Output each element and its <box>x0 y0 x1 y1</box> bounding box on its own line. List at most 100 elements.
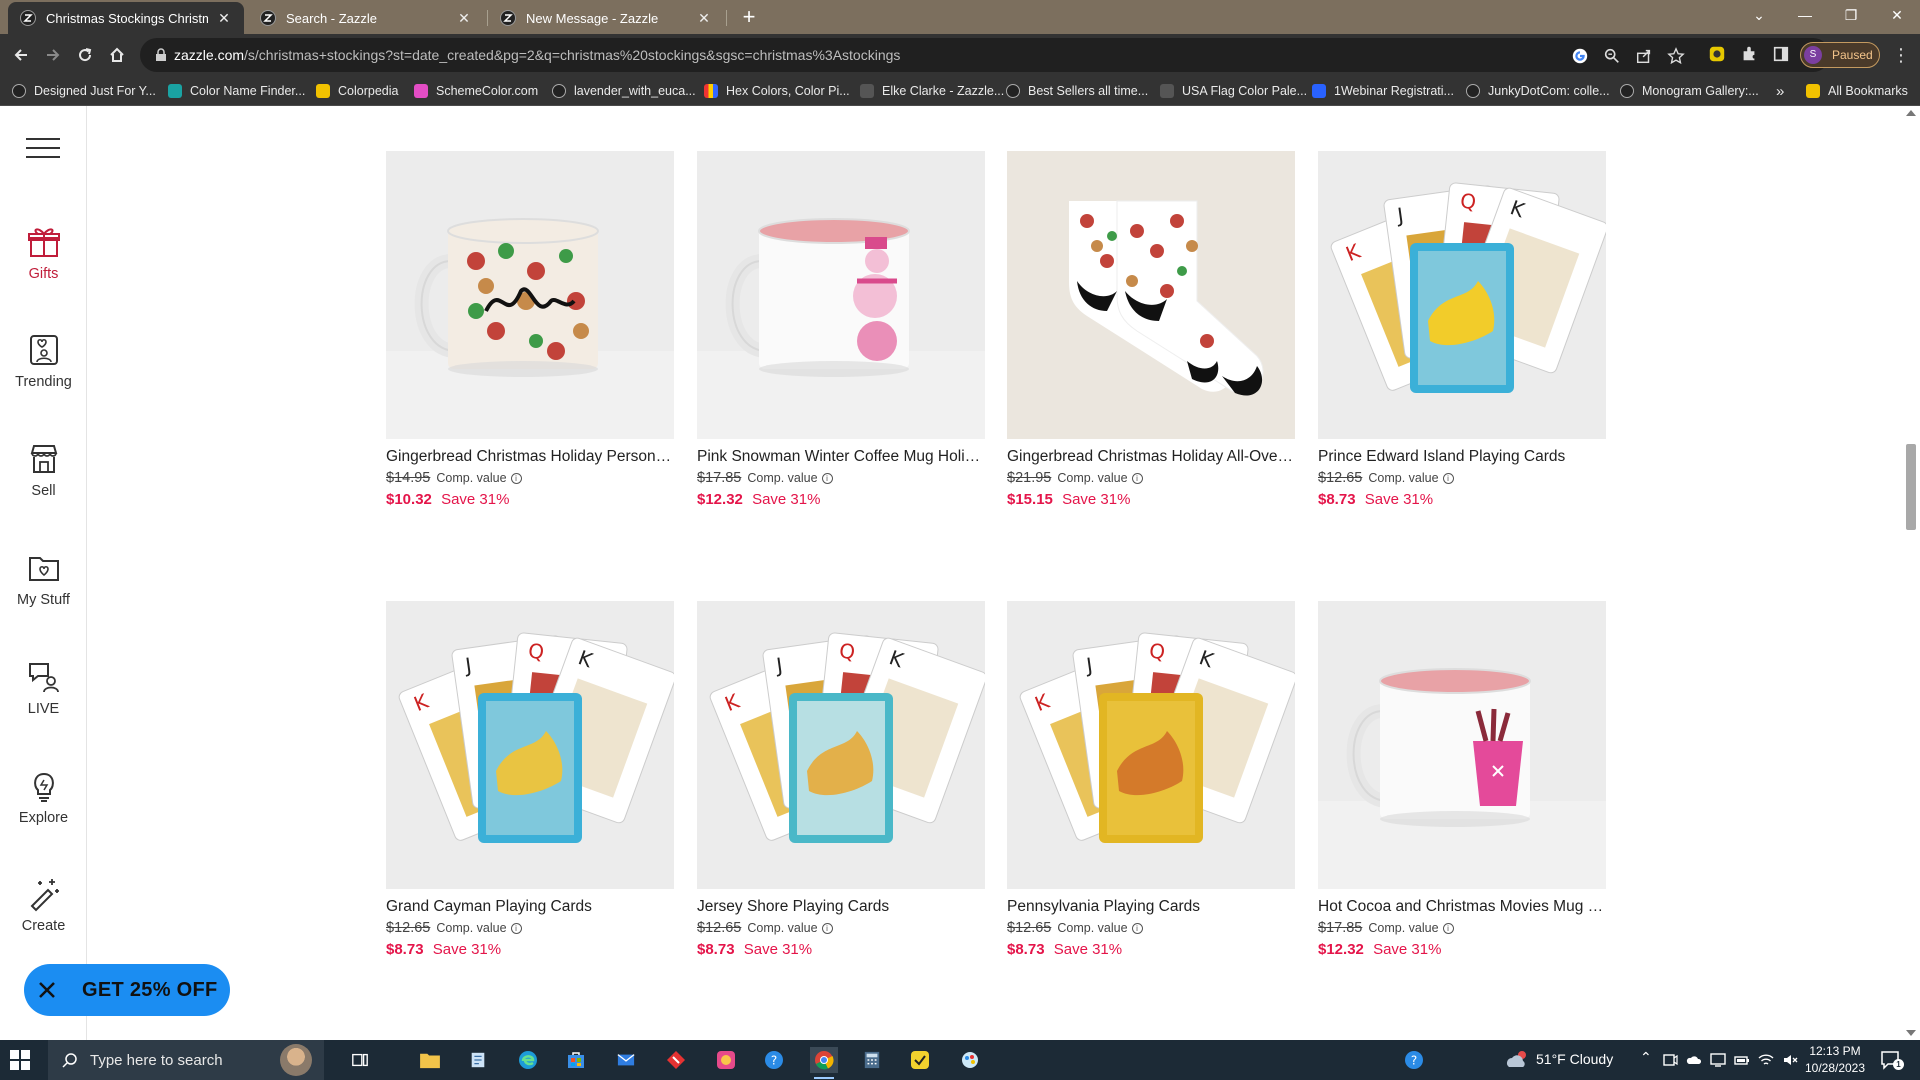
product-name[interactable]: Gingerbread Christmas Holiday Personal..… <box>386 448 674 466</box>
google-lens-icon[interactable] <box>1570 46 1590 66</box>
product-image[interactable]: K J Q K <box>1318 151 1606 439</box>
notification-center-button[interactable]: 1 <box>1880 1050 1904 1070</box>
bookmark-item[interactable]: Best Sellers all time... <box>1006 82 1148 100</box>
restore-button[interactable]: ❐ <box>1828 0 1874 30</box>
notepad-icon[interactable] <box>464 1047 492 1073</box>
scrollbar-thumb[interactable] <box>1906 444 1916 530</box>
photos-icon[interactable] <box>712 1047 740 1073</box>
product-card[interactable]: K J Q K Pennsylvania Playing Cards $12.6… <box>1007 601 1295 958</box>
product-name[interactable]: Grand Cayman Playing Cards <box>386 898 674 916</box>
rail-item-my-stuff[interactable]: My Stuff <box>0 550 87 608</box>
tab-search-zazzle[interactable]: Search - Zazzle ✕ <box>248 2 484 34</box>
reload-button[interactable] <box>72 42 98 68</box>
new-tab-button[interactable]: + <box>737 4 761 30</box>
forward-button[interactable] <box>40 42 66 68</box>
rail-item-live[interactable]: LIVE <box>0 659 87 717</box>
product-image[interactable] <box>386 151 674 439</box>
rail-item-trending[interactable]: Trending <box>0 332 87 390</box>
tab-close-icon[interactable]: ✕ <box>456 10 472 27</box>
tab-close-icon[interactable]: ✕ <box>696 10 712 27</box>
taskbar-search-box[interactable]: Type here to search <box>48 1040 324 1080</box>
taskbar-clock[interactable]: 12:13 PM 10/28/2023 <box>1800 1043 1870 1077</box>
product-name[interactable]: Pennsylvania Playing Cards <box>1007 898 1295 916</box>
back-button[interactable] <box>8 42 34 68</box>
bookmarks-overflow-button[interactable]: » <box>1776 82 1784 100</box>
info-icon[interactable]: i <box>1131 472 1143 484</box>
info-icon[interactable]: i <box>510 472 522 484</box>
promo-discount-button[interactable]: GET 25% OFF <box>24 964 230 1016</box>
bookmark-item[interactable]: Elke Clarke - Zazzle... <box>860 82 1004 100</box>
weather-text[interactable]: 51°F Cloudy <box>1536 1051 1613 1067</box>
bookmark-item[interactable]: Monogram Gallery:... <box>1620 82 1759 100</box>
tab-new-message[interactable]: New Message - Zazzle ✕ <box>488 2 724 34</box>
wifi-icon[interactable] <box>1758 1052 1774 1068</box>
windows-start-icon[interactable] <box>10 1050 30 1070</box>
info-icon[interactable]: i <box>821 922 833 934</box>
tab-search-chevron-icon[interactable]: ⌄ <box>1736 0 1782 30</box>
scroll-down-icon[interactable] <box>1906 1030 1916 1036</box>
checklist-icon[interactable] <box>906 1047 934 1073</box>
tab-christmas-stockings[interactable]: Christmas Stockings Christmas S ✕ <box>8 2 244 34</box>
info-icon[interactable]: i <box>510 922 522 934</box>
product-image[interactable]: K J Q K <box>386 601 674 889</box>
bookmark-star-icon[interactable] <box>1666 46 1686 66</box>
close-window-button[interactable]: ✕ <box>1874 0 1920 30</box>
side-panel-icon[interactable] <box>1770 43 1792 65</box>
bookmark-item[interactable]: JunkyDotCom: colle... <box>1466 82 1610 100</box>
product-card[interactable]: Gingerbread Christmas Holiday All-Over-.… <box>1007 151 1295 508</box>
paint-icon[interactable] <box>956 1047 984 1073</box>
home-button[interactable] <box>104 42 130 68</box>
close-icon[interactable] <box>36 979 58 1001</box>
browser-menu-icon[interactable]: ⋮ <box>1892 44 1910 66</box>
store-icon[interactable] <box>562 1047 590 1073</box>
battery-icon[interactable] <box>1734 1052 1750 1068</box>
product-card[interactable]: K J Q K Prince Edward Island Playing Car… <box>1318 151 1606 508</box>
minimize-button[interactable]: — <box>1782 0 1828 30</box>
mail-icon[interactable] <box>612 1047 640 1073</box>
rail-item-sell[interactable]: Sell <box>0 441 87 499</box>
help-icon[interactable]: ? <box>760 1047 788 1073</box>
rail-item-explore[interactable]: Explore <box>0 768 87 826</box>
product-image[interactable] <box>1318 601 1606 889</box>
all-bookmarks-button[interactable]: All Bookmarks <box>1806 82 1908 100</box>
product-name[interactable]: Prince Edward Island Playing Cards <box>1318 448 1606 466</box>
product-image[interactable] <box>697 151 985 439</box>
help-tips-icon[interactable]: ? <box>1400 1047 1428 1073</box>
rail-item-gifts[interactable]: Gifts <box>0 224 87 282</box>
puzzle-extensions-icon[interactable] <box>1738 43 1760 65</box>
tab-close-icon[interactable]: ✕ <box>216 10 232 27</box>
file-explorer-icon[interactable] <box>416 1047 444 1073</box>
bookmark-item[interactable]: Hex Colors, Color Pi... <box>704 82 850 100</box>
product-image[interactable]: K J Q K <box>1007 601 1295 889</box>
chrome-icon[interactable] <box>810 1047 838 1079</box>
meet-now-icon[interactable] <box>1662 1052 1678 1068</box>
product-card[interactable]: Hot Cocoa and Christmas Movies Mug Pi...… <box>1318 601 1606 958</box>
extension-icon[interactable] <box>1706 43 1728 65</box>
product-card[interactable]: Pink Snowman Winter Coffee Mug Holid... … <box>697 151 985 508</box>
page-scrollbar[interactable] <box>1902 106 1920 1040</box>
info-icon[interactable]: i <box>1131 922 1143 934</box>
onedrive-icon[interactable] <box>1686 1052 1702 1068</box>
calculator-icon[interactable] <box>858 1047 886 1073</box>
volume-muted-icon[interactable] <box>1782 1052 1798 1068</box>
bookmark-item[interactable]: Designed Just For Y... <box>12 82 156 100</box>
bookmark-item[interactable]: 1Webinar Registrati... <box>1312 82 1454 100</box>
product-card[interactable]: Gingerbread Christmas Holiday Personal..… <box>386 151 674 508</box>
scroll-up-icon[interactable] <box>1906 110 1916 116</box>
tray-chevron-icon[interactable]: ⌃ <box>1640 1049 1652 1066</box>
edge-browser-icon[interactable] <box>514 1047 542 1073</box>
product-image[interactable]: K J Q K <box>697 601 985 889</box>
share-icon[interactable] <box>1634 46 1654 66</box>
product-card[interactable]: K J Q K Grand Cayman Playing Cards $12.6… <box>386 601 674 958</box>
hamburger-menu-icon[interactable] <box>26 138 60 160</box>
profile-button[interactable]: S Paused <box>1800 42 1880 68</box>
red-app-icon[interactable] <box>662 1047 690 1073</box>
task-view-icon[interactable] <box>346 1047 374 1073</box>
product-name[interactable]: Pink Snowman Winter Coffee Mug Holid... <box>697 448 985 466</box>
display-icon[interactable] <box>1710 1052 1726 1068</box>
zoom-icon[interactable] <box>1602 46 1622 66</box>
product-name[interactable]: Jersey Shore Playing Cards <box>697 898 985 916</box>
address-bar[interactable]: zazzle.com/s/christmas+stockings?st=date… <box>140 38 1830 72</box>
rail-item-create[interactable]: Create <box>0 876 87 934</box>
product-name[interactable]: Hot Cocoa and Christmas Movies Mug Pi... <box>1318 898 1606 916</box>
